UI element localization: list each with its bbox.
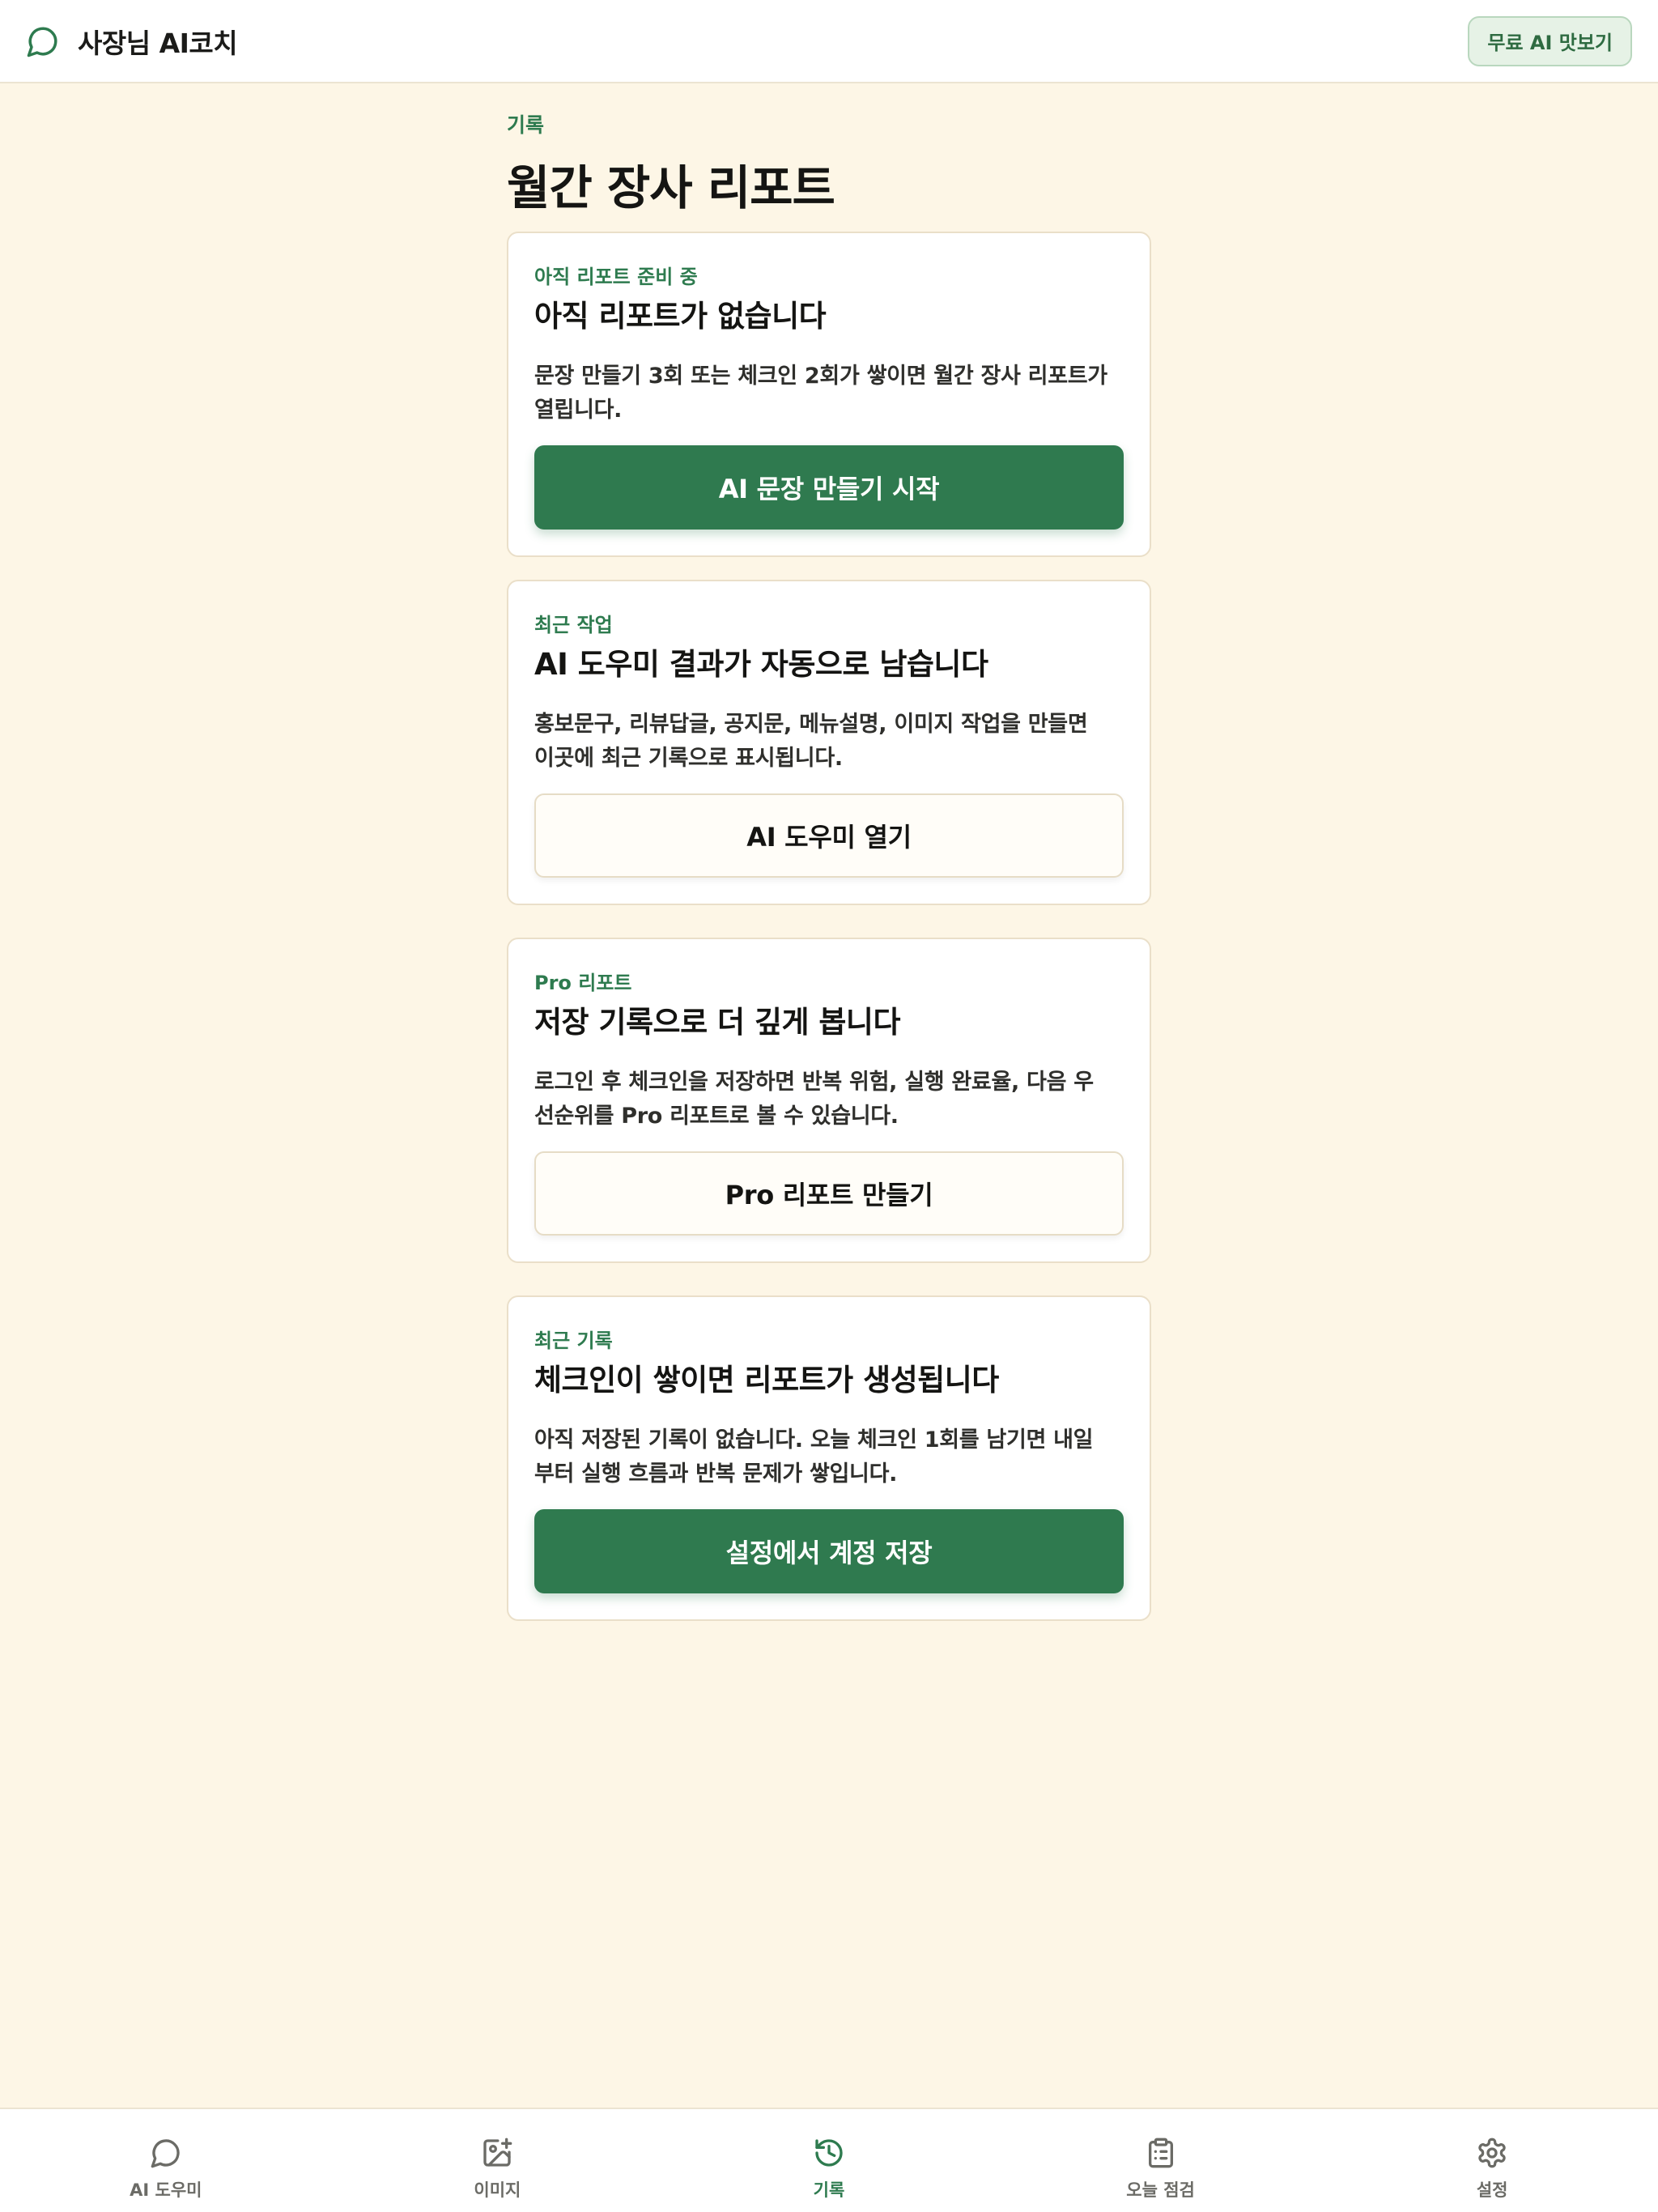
nav-label: 오늘 점검 [1126, 2180, 1195, 2200]
history-icon [815, 2139, 843, 2167]
nav-label: 기록 [813, 2180, 845, 2200]
nav-label: 이미지 [474, 2180, 521, 2200]
nav-item-daily-check[interactable]: 오늘 점검 [995, 2109, 1327, 2212]
card-body: 아직 저장된 기록이 없습니다. 오늘 체크인 1회를 남기면 내일 부터 실행… [534, 1423, 1124, 1491]
card-body: 홍보문구, 리뷰답글, 공지문, 메뉴설명, 이미지 작업을 만들면 이곳에 최… [534, 708, 1124, 776]
bottom-nav: AI 도우미 이미지 기록 오늘 점검 설정 [0, 2108, 1658, 2212]
chat-bubble-icon [27, 27, 57, 57]
card-label: 최근 기록 [534, 1329, 613, 1352]
card-title: AI 도우미 결과가 자동으로 남습니다 [534, 647, 988, 682]
image-edit-icon [483, 2138, 512, 2167]
recent-work-card: 최근 작업 AI 도우미 결과가 자동으로 남습니다 홍보문구, 리뷰답글, 공… [507, 580, 1151, 905]
nav-item-records[interactable]: 기록 [663, 2109, 995, 2212]
brand[interactable]: 사장님 AI코치 [26, 22, 238, 61]
recent-records-card: 최근 기록 체크인이 쌓이면 리포트가 생성됩니다 아직 저장된 기록이 없습니… [507, 1295, 1151, 1621]
gear-icon [1478, 2138, 1506, 2168]
top-bar: 사장님 AI코치 무료 AI 맛보기 [0, 0, 1658, 83]
page-header: 기록 월간 장사 리포트 [507, 109, 1151, 218]
card-body-line: 문장 만들기 3회 또는 체크인 2회가 쌓이면 월간 장사 리포트가 [534, 364, 1107, 389]
page-title: 월간 장사 리포트 [507, 160, 835, 215]
nav-item-ai-helper[interactable]: AI 도우미 [0, 2109, 332, 2212]
pro-report-card: Pro 리포트 저장 기록으로 더 깊게 봅니다 로그인 후 체크인을 저장하면… [507, 938, 1151, 1263]
save-account-button[interactable]: 설정에서 계정 저장 [534, 1509, 1124, 1593]
nav-item-image[interactable]: 이미지 [332, 2109, 664, 2212]
card-body-line: 부터 실행 흐름과 반복 문제가 쌓입니다. [534, 1461, 898, 1487]
card-body-line: 로그인 후 체크인을 저장하면 반복 위험, 실행 완료율, 다음 우 [534, 1070, 1094, 1095]
card-title: 저장 기록으로 더 깊게 봅니다 [534, 1005, 901, 1040]
card-body-line: 선순위를 Pro 리포트로 볼 수 있습니다. [534, 1104, 899, 1129]
card-label: 아직 리포트 준비 중 [534, 266, 698, 288]
free-trial-button[interactable]: 무료 AI 맛보기 [1468, 15, 1632, 66]
nav-item-settings[interactable]: 설정 [1326, 2109, 1658, 2212]
card-body-line: 이곳에 최근 기록으로 표시됩니다. [534, 746, 843, 771]
card-body-line: 열립니다. [534, 398, 623, 423]
card-label: Pro 리포트 [534, 972, 632, 994]
card-label: 최근 작업 [534, 614, 613, 636]
card-body-line: 홍보문구, 리뷰답글, 공지문, 메뉴설명, 이미지 작업을 만들면 [534, 712, 1088, 737]
nav-label: AI 도우미 [130, 2180, 202, 2200]
card-body-line: 아직 저장된 기록이 없습니다. 오늘 체크인 1회를 남기면 내일 [534, 1427, 1094, 1453]
start-ai-writing-button[interactable]: AI 문장 만들기 시작 [534, 445, 1124, 530]
open-ai-helper-button[interactable]: AI 도우미 열기 [534, 793, 1124, 878]
create-pro-report-button[interactable]: Pro 리포트 만들기 [534, 1151, 1124, 1236]
report-pending-card: 아직 리포트 준비 중 아직 리포트가 없습니다 문장 만들기 3회 또는 체크… [507, 232, 1151, 557]
clipboard-icon [1148, 2138, 1173, 2168]
page-eyebrow: 기록 [507, 113, 545, 137]
card-body: 문장 만들기 3회 또는 체크인 2회가 쌓이면 월간 장사 리포트가 열립니다… [534, 359, 1124, 428]
card-body: 로그인 후 체크인을 저장하면 반복 위험, 실행 완료율, 다음 우 선순위를… [534, 1066, 1124, 1134]
card-title: 체크인이 쌓이면 리포트가 생성됩니다 [534, 1363, 999, 1397]
nav-label: 설정 [1476, 2180, 1508, 2200]
app-title: 사장님 AI코치 [78, 27, 238, 59]
chat-bubble-icon [151, 2139, 180, 2168]
card-title: 아직 리포트가 없습니다 [534, 299, 827, 334]
